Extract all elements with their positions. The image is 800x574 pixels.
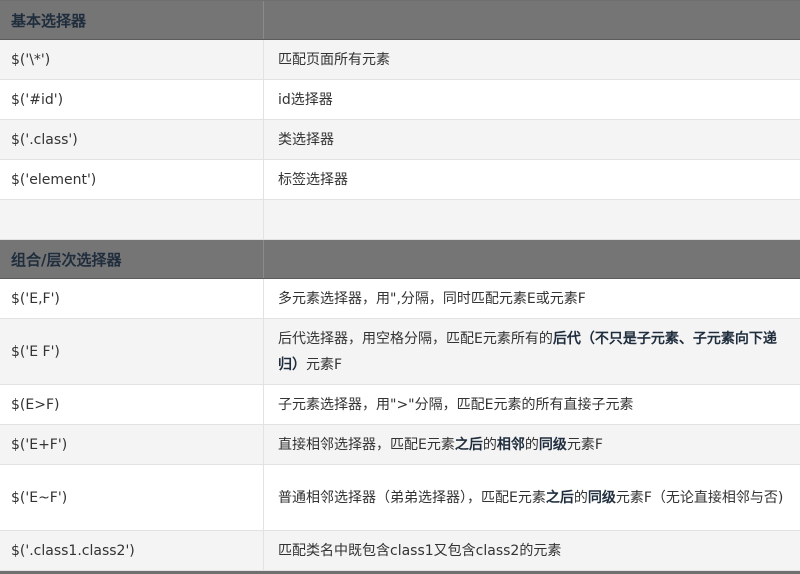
- desc-text: 多元素选择器，用",分隔，同时匹配元素E或元素F: [278, 290, 586, 307]
- table-row: $('element') 标签选择器: [0, 160, 800, 200]
- section-header-empty: [264, 1, 800, 39]
- description-cell: 匹配类名中既包含class1又包含class2的元素: [264, 531, 800, 570]
- description-cell: 直接相邻选择器，匹配E元素之后的相邻的同级元素F: [264, 425, 800, 464]
- selector-cell: $('#id'): [0, 80, 264, 119]
- table-row: $('.class1.class2') 匹配类名中既包含class1又包含cla…: [0, 531, 800, 571]
- selector-cell: $('.class1.class2'): [0, 531, 264, 570]
- selector-cell: $('E~F'): [0, 465, 264, 530]
- table-row-empty: [0, 200, 800, 240]
- selector-cell: $('.class'): [0, 120, 264, 159]
- selector-table: 基本选择器 $('\*') 匹配页面所有元素 $('#id') id选择器 $(…: [0, 0, 800, 574]
- selector-cell: $('E F'): [0, 319, 264, 384]
- section-header-combo: 组合/层次选择器: [0, 240, 800, 279]
- desc-text: 子元素选择器，用">"分隔，匹配E元素的所有直接子元素: [278, 396, 634, 413]
- section-title: 基本选择器: [0, 1, 264, 39]
- desc-bold: 同级: [538, 436, 567, 453]
- selector-cell: $('E,F'): [0, 279, 264, 318]
- selector-cell: $('E+F'): [0, 425, 264, 464]
- table-row: $('E~F') 普通相邻选择器（弟弟选择器），匹配E元素之后的同级元素F（无论…: [0, 465, 800, 531]
- table-row: $('E,F') 多元素选择器，用",分隔，同时匹配元素E或元素F: [0, 279, 800, 319]
- desc-text: 元素F: [306, 356, 343, 373]
- description-cell: [264, 200, 800, 239]
- description-cell: 普通相邻选择器（弟弟选择器），匹配E元素之后的同级元素F（无论直接相邻与否): [264, 465, 800, 530]
- description-cell: 标签选择器: [278, 171, 348, 188]
- section-title: 组合/层次选择器: [0, 240, 264, 278]
- section-header-empty: [264, 240, 800, 278]
- selector-cell: $(E>F): [0, 385, 264, 424]
- description-cell: 多元素选择器，用",分隔，同时匹配元素E或元素F: [264, 279, 800, 318]
- table-row: $('#id') id选择器: [0, 80, 800, 120]
- desc-text: 的: [524, 436, 539, 453]
- desc-text: 普通相邻选择器（弟弟选择器），匹配E元素: [278, 489, 546, 506]
- desc-bold: 同级: [587, 489, 616, 506]
- table-row: $('E F') 后代选择器，用空格分隔，匹配E元素所有的后代（不只是子元素、子…: [0, 319, 800, 385]
- desc-text: 元素F（无论直接相邻与否): [615, 489, 784, 506]
- description-cell: id选择器: [278, 91, 333, 108]
- desc-rich: 直接相邻选择器，匹配E元素之后的相邻的同级元素F: [278, 432, 603, 458]
- selector-cell: [0, 200, 264, 239]
- table-row: $('\*') 匹配页面所有元素: [0, 40, 800, 80]
- description-cell: 类选择器: [278, 131, 334, 148]
- desc-text: 匹配类名中既包含class1又包含class2的元素: [278, 542, 562, 559]
- desc-bold: 相邻: [496, 436, 525, 453]
- description-cell: 子元素选择器，用">"分隔，匹配E元素的所有直接子元素: [264, 385, 800, 424]
- table-row: $('E+F') 直接相邻选择器，匹配E元素之后的相邻的同级元素F: [0, 425, 800, 465]
- desc-rich: 普通相邻选择器（弟弟选择器），匹配E元素之后的同级元素F（无论直接相邻与否): [278, 485, 783, 511]
- desc-rich: 后代选择器，用空格分隔，匹配E元素所有的后代（不只是子元素、子元素向下递归）元素…: [278, 326, 788, 378]
- table-row: $('.class') 类选择器: [0, 120, 800, 160]
- desc-bold: 之后: [454, 436, 483, 453]
- section-header-basic: 基本选择器: [0, 1, 800, 40]
- table-row: $(E>F) 子元素选择器，用">"分隔，匹配E元素的所有直接子元素: [0, 385, 800, 425]
- desc-text: 后代选择器，用空格分隔，匹配E元素所有的: [278, 330, 553, 347]
- desc-text: 的: [482, 436, 497, 453]
- description-cell: 后代选择器，用空格分隔，匹配E元素所有的后代（不只是子元素、子元素向下递归）元素…: [264, 319, 800, 384]
- description-cell: 匹配页面所有元素: [278, 51, 390, 68]
- desc-bold: 之后: [545, 489, 574, 506]
- selector-cell: $('\*'): [0, 40, 264, 79]
- desc-text: 元素F: [566, 436, 603, 453]
- selector-cell: $('element'): [0, 160, 264, 199]
- desc-text: 直接相邻选择器，匹配E元素: [278, 436, 455, 453]
- desc-text: 的: [573, 489, 588, 506]
